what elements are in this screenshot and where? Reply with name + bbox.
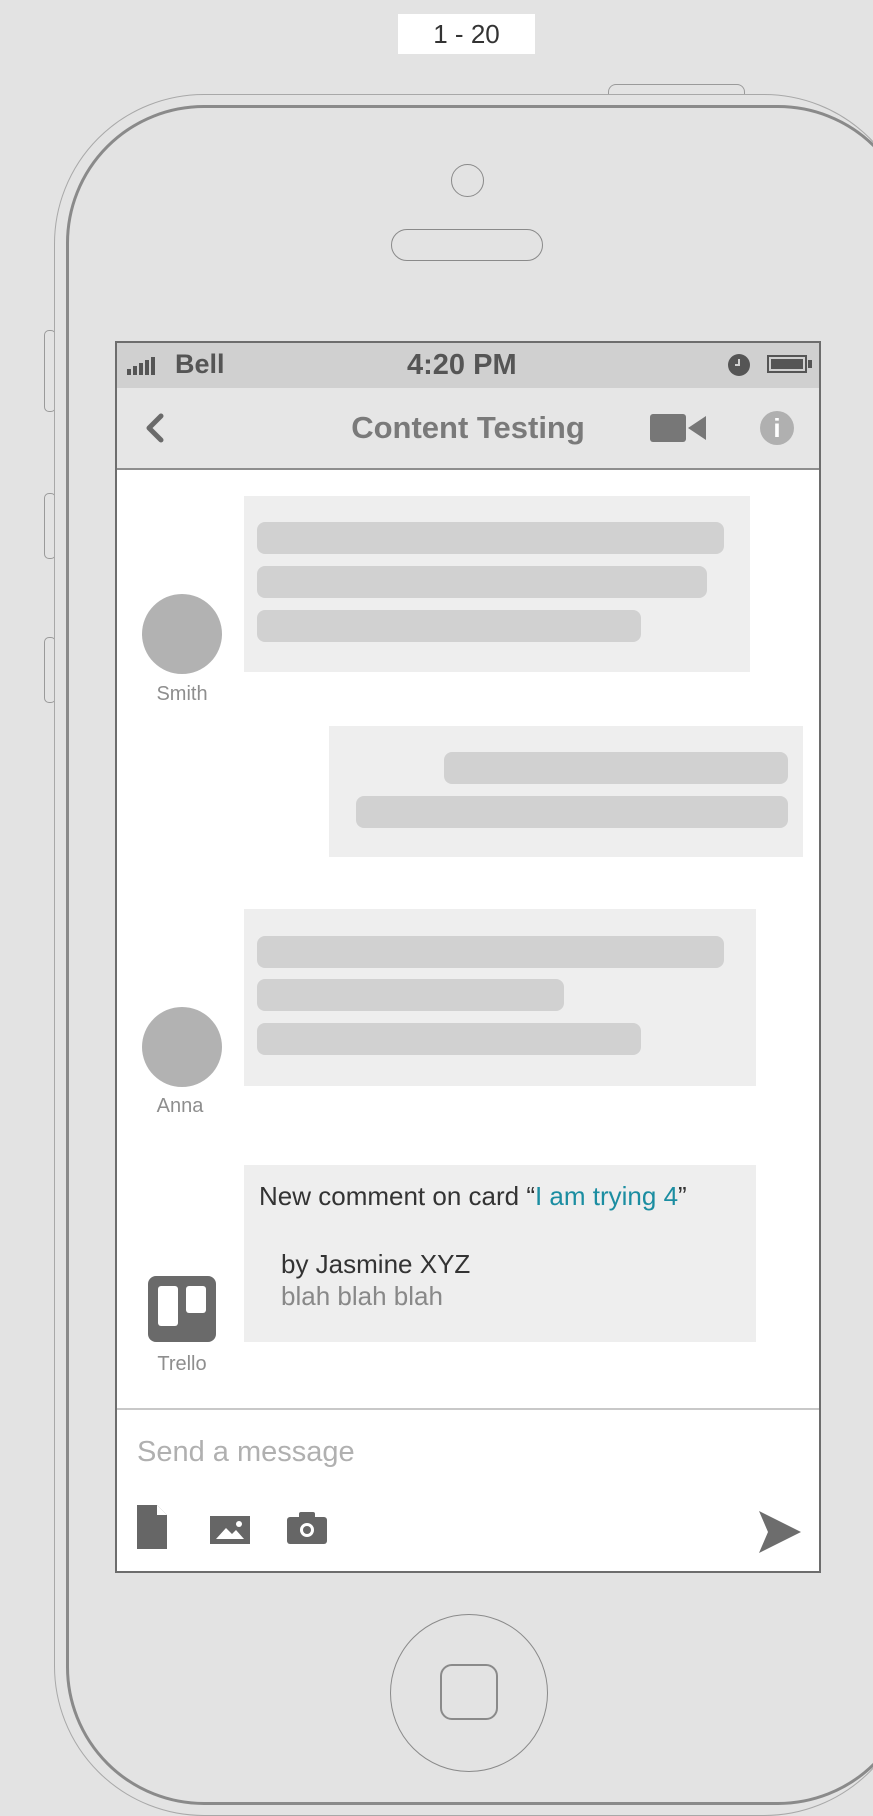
notification-suffix: ”: [678, 1181, 687, 1211]
comment-text: blah blah blah: [281, 1281, 443, 1311]
phone-screen: Bell 4:20 PM Content Testing i Smith Ann…: [115, 341, 821, 1573]
battery-icon: [767, 355, 807, 373]
alarm-clock-icon: [728, 354, 750, 376]
text-placeholder-bar: [257, 522, 724, 554]
text-placeholder-bar: [257, 610, 641, 642]
text-placeholder-bar: [257, 979, 564, 1011]
status-bar: Bell 4:20 PM: [117, 343, 819, 389]
earpiece-speaker: [391, 229, 543, 261]
text-placeholder-bar: [257, 1023, 641, 1055]
nav-bar: Content Testing i: [117, 388, 819, 470]
notification-prefix: New comment on card “: [259, 1181, 535, 1211]
conversation-title: Content Testing: [351, 410, 585, 445]
home-button-icon: [440, 1664, 498, 1720]
sender-name: Trello: [157, 1353, 207, 1375]
camera-icon[interactable]: [287, 1512, 327, 1544]
video-camera-icon: [650, 414, 706, 442]
message-bubble-anna: [244, 909, 756, 1086]
trello-notification: New comment on card “I am trying 4” by J…: [244, 1165, 756, 1342]
sender-name: Anna: [156, 1095, 204, 1117]
file-icon[interactable]: [137, 1505, 167, 1549]
front-camera: [451, 164, 484, 197]
sender-name: Smith: [156, 683, 208, 705]
text-placeholder-bar: [356, 796, 788, 828]
comment-author: by Jasmine XYZ: [281, 1249, 471, 1279]
info-icon[interactable]: i: [760, 411, 794, 445]
signal-strength-icon: [127, 357, 155, 375]
video-call-button[interactable]: [650, 412, 708, 444]
power-button: [608, 84, 745, 94]
message-bubble-outgoing: [329, 726, 803, 857]
message-composer: [117, 1408, 819, 1571]
status-time: 4:20 PM: [407, 349, 517, 381]
avatar-anna[interactable]: [142, 1007, 222, 1087]
trello-logo-icon[interactable]: [148, 1276, 216, 1342]
message-input[interactable]: [137, 1432, 737, 1472]
text-placeholder-bar: [257, 566, 707, 598]
text-placeholder-bar: [444, 752, 788, 784]
page-label: 1 - 20: [398, 14, 535, 54]
card-link[interactable]: I am trying 4: [535, 1181, 678, 1211]
send-icon[interactable]: [759, 1511, 801, 1553]
avatar-smith[interactable]: [142, 594, 222, 674]
text-placeholder-bar: [257, 936, 724, 968]
message-bubble-smith: [244, 496, 750, 672]
carrier-name: Bell: [175, 349, 225, 379]
notification-text: New comment on card “I am trying 4”: [259, 1181, 749, 1212]
image-icon[interactable]: [210, 1516, 250, 1544]
battery-tip: [808, 360, 812, 368]
